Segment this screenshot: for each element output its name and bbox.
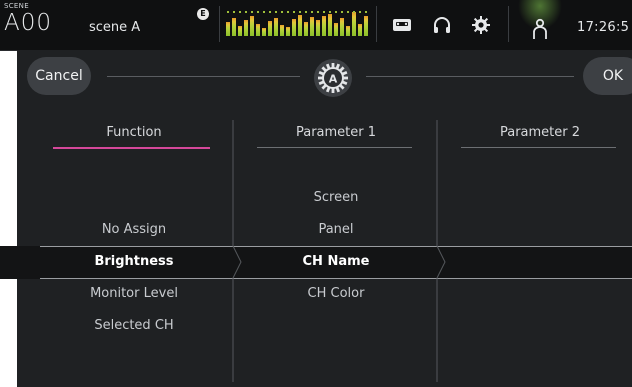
meter-peak (347, 11, 349, 13)
meter-bar (244, 20, 248, 36)
meter-peak (341, 11, 343, 13)
status-bar: SCENE A00 scene A E 17:26:5 (0, 0, 632, 51)
meter-peak (317, 11, 319, 13)
meter-peak (305, 11, 307, 13)
meter-bar (280, 25, 284, 36)
meter-bar (262, 28, 266, 36)
meter-bar (292, 19, 296, 36)
column-header-function[interactable]: Function (54, 125, 214, 140)
meter-peak (275, 11, 277, 13)
ok-button[interactable]: OK (583, 57, 632, 95)
meter-bar (352, 12, 356, 36)
meter-peak (287, 11, 289, 13)
list-item-panel[interactable]: Panel (256, 222, 416, 237)
meter-bar (238, 26, 242, 36)
meter-bar (346, 26, 350, 36)
meter-bar (226, 22, 230, 36)
meter-bar (322, 16, 326, 36)
meter-peak (311, 11, 313, 13)
header-line-right (366, 76, 574, 77)
meter-peak (239, 11, 241, 13)
meter-peak (329, 11, 331, 13)
list-item-brightness[interactable]: Brightness (54, 254, 214, 269)
meter-peak (251, 11, 253, 13)
meter-bar (364, 16, 368, 36)
header-line-left (107, 76, 300, 77)
knob-label: A (329, 73, 338, 86)
list-item-no-assign[interactable]: No Assign (54, 222, 214, 237)
meter-peak (233, 11, 235, 13)
meter-peak (323, 11, 325, 13)
meter-peak (359, 11, 361, 13)
column-divider-1 (232, 120, 242, 382)
meter-peak (263, 11, 265, 13)
list-item-selected-ch[interactable]: Selected CH (54, 318, 214, 333)
meter-bar (256, 24, 260, 36)
divider (508, 6, 509, 42)
parameter-2-underline (461, 147, 616, 148)
headphones-icon[interactable] (431, 14, 453, 36)
clock: 17:26:5 (577, 20, 630, 35)
column-header-parameter-2[interactable]: Parameter 2 (460, 125, 620, 140)
meter-bar (340, 18, 344, 36)
cancel-button[interactable]: Cancel (27, 57, 91, 95)
meter-bar (250, 16, 254, 36)
list-item-screen[interactable]: Screen (256, 190, 416, 205)
scene-label: SCENE (4, 2, 29, 10)
assign-dialog (17, 50, 632, 387)
function-active-underline (53, 147, 210, 149)
meter-peak (281, 11, 283, 13)
selection-bottom-line (40, 278, 632, 279)
scene-number[interactable]: A00 (4, 10, 52, 36)
list-item-ch-name[interactable]: CH Name (256, 254, 416, 269)
gear-icon[interactable] (470, 14, 492, 36)
recorder-icon[interactable] (391, 14, 413, 36)
meter-bar (358, 24, 362, 36)
multifunction-knob-icon[interactable]: A (313, 58, 353, 98)
meter-bar (232, 18, 236, 36)
meter-bar (310, 17, 314, 36)
meter-peak (269, 11, 271, 13)
selection-top-line (40, 246, 632, 247)
meter-peak (257, 11, 259, 13)
parameter-1-underline (257, 147, 412, 148)
meter-bar (304, 22, 308, 36)
divider (219, 6, 220, 42)
meter-peak (365, 11, 367, 13)
meter-bar (268, 21, 272, 36)
meter-bar (316, 20, 320, 36)
meter-peak (335, 11, 337, 13)
meter-bar (334, 23, 338, 36)
scene-name[interactable]: scene A (89, 20, 140, 35)
edit-badge: E (197, 8, 209, 20)
level-meters[interactable] (226, 10, 368, 36)
meter-peak (293, 11, 295, 13)
list-item-ch-color[interactable]: CH Color (256, 286, 416, 301)
meter-peak (353, 11, 355, 13)
meter-peak (227, 11, 229, 13)
list-item-monitor-level[interactable]: Monitor Level (54, 286, 214, 301)
meter-bar (274, 18, 278, 36)
user-icon[interactable] (529, 18, 551, 40)
meter-bar (328, 14, 332, 36)
column-header-parameter-1[interactable]: Parameter 1 (256, 125, 416, 140)
meter-bar (286, 27, 290, 36)
meter-peak (245, 11, 247, 13)
meter-bar (298, 15, 302, 36)
divider (376, 6, 377, 42)
meter-peak (299, 11, 301, 13)
column-divider-2 (436, 120, 446, 382)
